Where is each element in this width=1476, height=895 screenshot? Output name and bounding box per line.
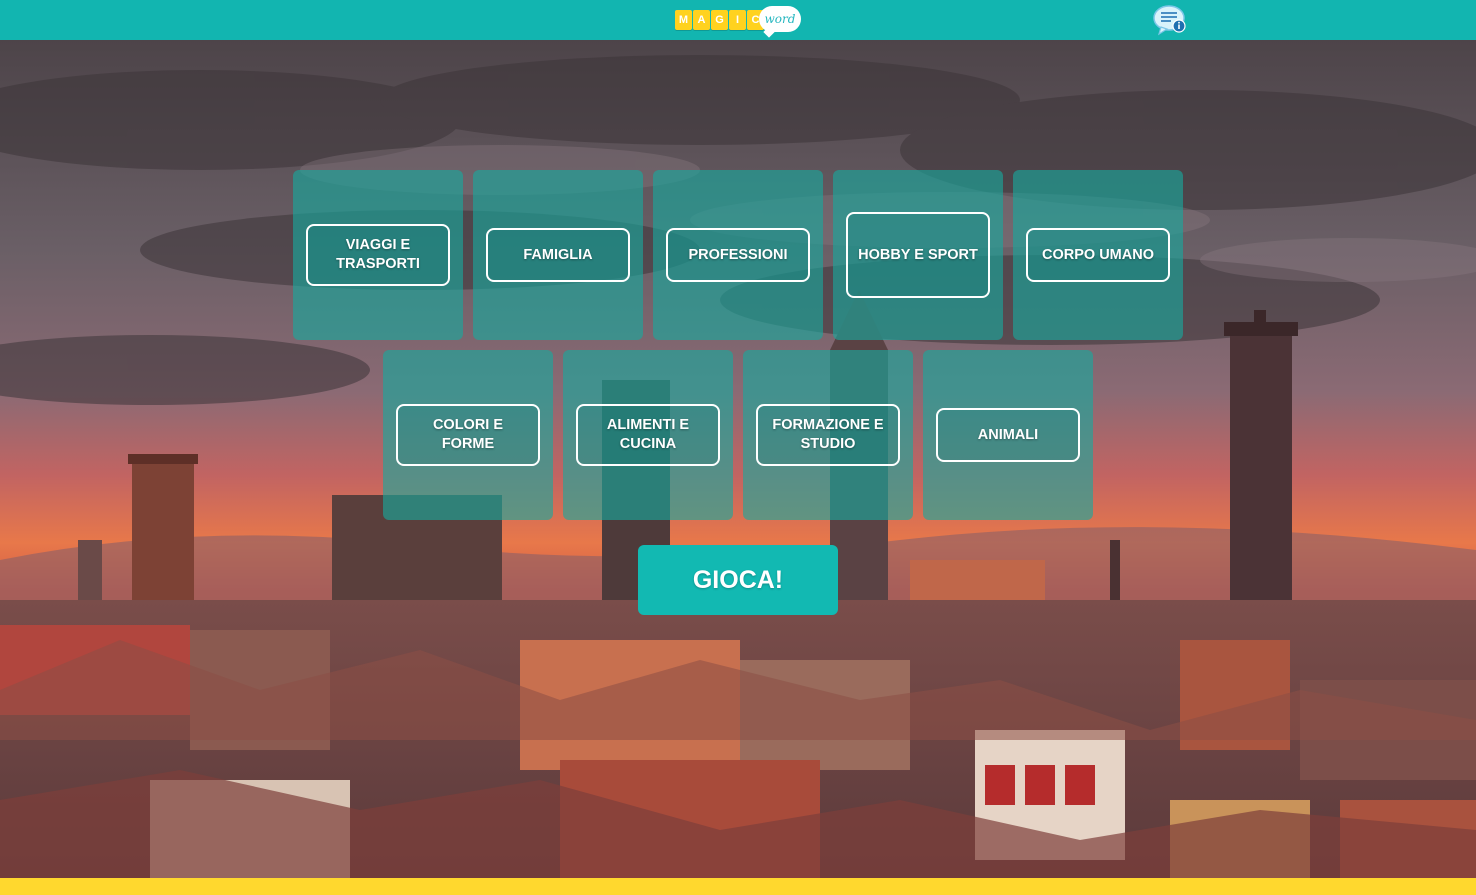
play-button[interactable]: GIOCA! bbox=[638, 545, 838, 615]
category-button-animali[interactable]: ANIMALI bbox=[936, 408, 1080, 462]
category-card-colori: COLORI E FORME bbox=[383, 350, 553, 520]
category-button-corpo-umano[interactable]: CORPO UMANO bbox=[1026, 228, 1170, 282]
category-card-animali: ANIMALI bbox=[923, 350, 1093, 520]
logo-word-bubble: word bbox=[759, 6, 801, 32]
category-card-corpo-umano: CORPO UMANO bbox=[1013, 170, 1183, 340]
category-card-professioni: PROFESSIONI bbox=[653, 170, 823, 340]
category-button-viaggi-e-trasporti[interactable]: VIAGGI E TRASPORTI bbox=[306, 224, 450, 286]
category-card-hobby: HOBBY E SPORT bbox=[833, 170, 1003, 340]
category-button-famiglia[interactable]: FAMIGLIA bbox=[486, 228, 630, 282]
magicword-logo[interactable]: M A G I C word bbox=[675, 4, 805, 36]
category-card-formazione: FORMAZIONE E STUDIO bbox=[743, 350, 913, 520]
info-button[interactable] bbox=[1152, 3, 1188, 37]
category-button-formazione-e-studio[interactable]: FORMAZIONE E STUDIO bbox=[756, 404, 900, 466]
category-card-alimenti: ALIMENTI E CUCINA bbox=[563, 350, 733, 520]
logo-letter: G bbox=[711, 10, 728, 30]
logo-letter: M bbox=[675, 10, 692, 30]
category-card-viaggi: VIAGGI E TRASPORTI bbox=[293, 170, 463, 340]
category-button-professioni[interactable]: PROFESSIONI bbox=[666, 228, 810, 282]
top-bar: M A G I C word bbox=[0, 0, 1476, 40]
rooftops bbox=[0, 600, 1476, 878]
logo-letters: M A G I C bbox=[675, 10, 765, 30]
footer-bar bbox=[0, 878, 1476, 895]
city-sunset-background bbox=[0, 40, 1476, 878]
category-button-alimenti-e-cucina[interactable]: ALIMENTI E CUCINA bbox=[576, 404, 720, 466]
chat-info-icon bbox=[1153, 5, 1186, 36]
category-button-colori-e-forme[interactable]: COLORI E FORME bbox=[396, 404, 540, 466]
category-button-hobby-e-sport[interactable]: HOBBY E SPORT bbox=[846, 212, 990, 298]
logo-letter: I bbox=[729, 10, 746, 30]
app-screen: M A G I C word VIAGGI E TRASPORTI FAMIGL… bbox=[0, 0, 1476, 895]
category-card-famiglia: FAMIGLIA bbox=[473, 170, 643, 340]
logo-letter: A bbox=[693, 10, 710, 30]
